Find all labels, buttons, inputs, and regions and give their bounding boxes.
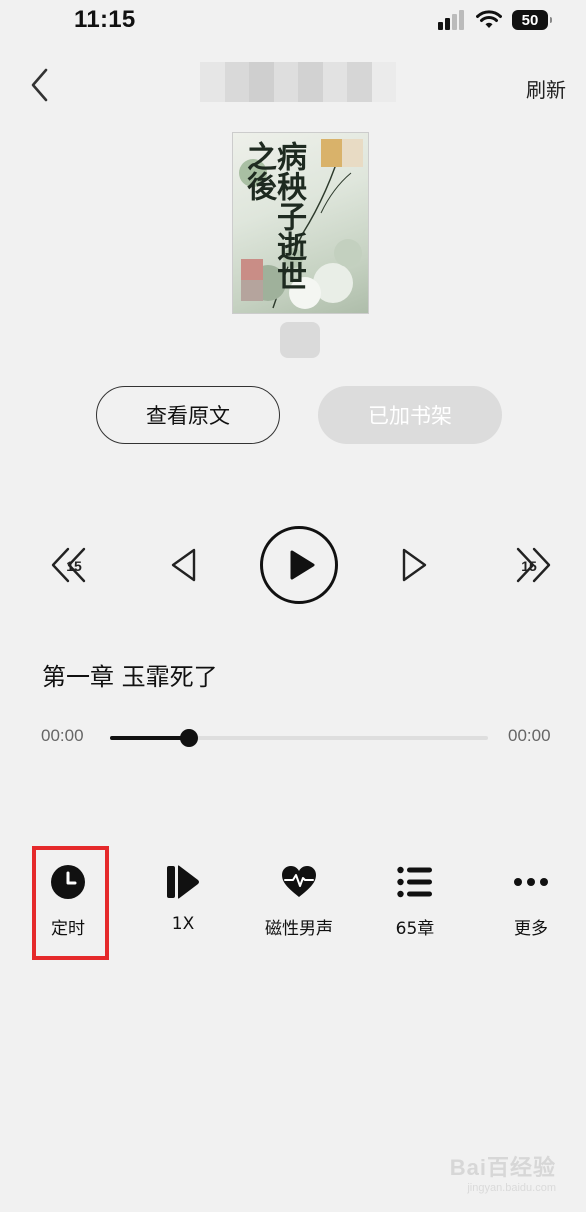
- status-time: 11:15: [74, 6, 136, 33]
- view-original-button[interactable]: 查看原文: [96, 386, 280, 444]
- more-button[interactable]: 更多: [481, 862, 581, 952]
- rewind-15-icon: 15: [51, 547, 86, 583]
- rewind-seconds: 15: [66, 558, 82, 574]
- cellular-signal-icon: [438, 10, 464, 30]
- chapter-list-button[interactable]: 65章: [365, 862, 465, 952]
- watermark-brand: Bai百经验: [449, 1155, 556, 1180]
- baidu-jingyan-watermark: Bai百经验 jingyan.baidu.com: [450, 1150, 556, 1194]
- added-to-shelf-button[interactable]: 已加书架: [318, 386, 502, 444]
- current-time: 00:00: [41, 726, 84, 745]
- refresh-button[interactable]: 刷新: [526, 74, 566, 103]
- progress-slider[interactable]: [110, 729, 488, 747]
- chapter-count-label: 65章: [395, 919, 435, 939]
- highlight-annotation: [32, 846, 109, 960]
- chevron-left-icon: [31, 68, 48, 102]
- list-icon: [397, 862, 433, 902]
- forward-15-icon: 15: [516, 547, 551, 583]
- back-button[interactable]: [26, 66, 56, 104]
- progress-fill: [110, 736, 190, 740]
- play-icon: [290, 550, 315, 580]
- speed-icon: [165, 862, 201, 902]
- forward-seconds: 15: [521, 558, 537, 574]
- voice-select-button[interactable]: 磁性男声: [249, 862, 349, 952]
- battery-icon: 50: [512, 10, 552, 30]
- triangle-left-icon: [171, 548, 196, 582]
- audiobook-player-screen: 11:15 50 刷新 病秧子逝世之後 查看原文 已加书架 15 15 第一章 …: [0, 0, 586, 1212]
- cover-mosaic-bottom: [241, 259, 263, 301]
- cover-mosaic-top: [321, 139, 363, 167]
- play-button[interactable]: [260, 526, 338, 604]
- triangle-right-icon: [402, 548, 427, 582]
- status-icons: 50: [438, 10, 552, 30]
- total-time: 00:00: [508, 726, 551, 745]
- next-chapter-button[interactable]: [398, 546, 430, 584]
- more-dots-icon: [513, 862, 549, 902]
- voice-label: 磁性男声: [265, 919, 333, 939]
- watermark-domain: jingyan.baidu.com: [467, 1182, 556, 1194]
- more-label: 更多: [514, 919, 548, 939]
- rewind-15-button[interactable]: 15: [50, 545, 88, 585]
- previous-chapter-button[interactable]: [168, 546, 200, 584]
- forward-15-button[interactable]: 15: [514, 545, 552, 585]
- wifi-icon: [476, 10, 502, 28]
- chapter-title: 第一章 玉霏死了: [42, 663, 218, 691]
- book-title-redacted: [200, 62, 396, 102]
- progress-thumb[interactable]: [180, 729, 199, 747]
- playback-speed-button[interactable]: 1X: [133, 862, 233, 952]
- book-cover: 病秧子逝世之後: [232, 132, 369, 314]
- speed-label: 1X: [171, 914, 195, 934]
- heart-pulse-icon: [281, 862, 317, 902]
- battery-level: 50: [521, 11, 539, 29]
- author-name-redacted: [280, 322, 320, 358]
